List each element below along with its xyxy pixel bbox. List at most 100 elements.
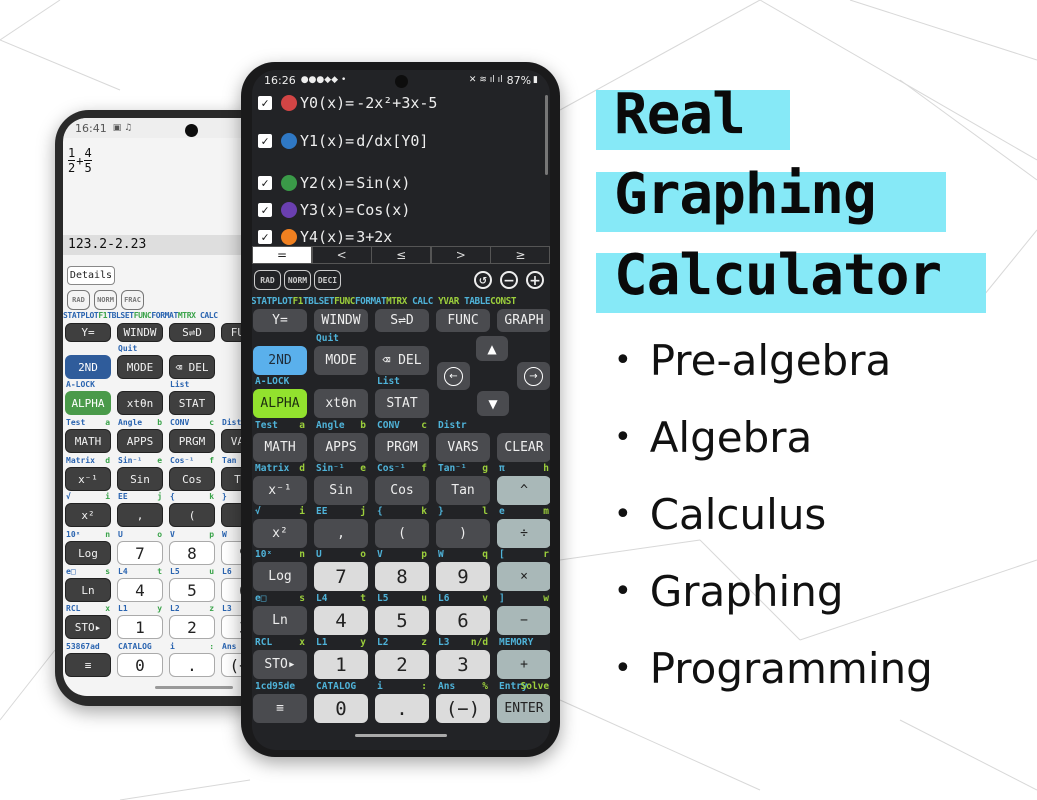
key-symbol[interactable]: (: [169, 503, 215, 527]
key-5[interactable]: 5: [169, 578, 215, 602]
key-4[interactable]: 4: [117, 578, 163, 602]
key-symbol[interactable]: +: [497, 650, 550, 679]
color-swatch[interactable]: [281, 229, 297, 245]
mode-button-rad[interactable]: RAD: [67, 290, 90, 310]
details-button[interactable]: Details: [67, 266, 115, 285]
key-x[interactable]: x²: [253, 519, 307, 548]
color-swatch[interactable]: [281, 133, 297, 149]
mode-button-norm[interactable]: NORM: [284, 270, 311, 290]
key-2nd[interactable]: 2ND: [253, 346, 307, 375]
key-sd[interactable]: S⇌D: [169, 323, 215, 342]
relation-button[interactable]: =: [252, 246, 312, 264]
key-stat[interactable]: STAT: [169, 391, 215, 415]
key-symbol[interactable]: −: [497, 606, 550, 635]
key-alpha[interactable]: ALPHA: [65, 391, 111, 415]
key-7[interactable]: 7: [117, 541, 163, 565]
key-2[interactable]: 2: [375, 650, 429, 679]
equation-expression[interactable]: d/dx[Y0]: [356, 132, 428, 150]
key-symbol[interactable]: ×: [497, 562, 550, 591]
scrollbar[interactable]: [545, 95, 548, 175]
key-sto[interactable]: STO▸: [253, 650, 307, 679]
equation-row[interactable]: ✓ Y2(x)= Sin(x): [258, 170, 410, 196]
key-math[interactable]: MATH: [253, 433, 307, 462]
zoom-in-icon[interactable]: +: [526, 271, 544, 289]
color-swatch[interactable]: [281, 202, 297, 218]
key-tan[interactable]: Tan: [436, 476, 490, 505]
key-clear[interactable]: CLEAR: [497, 433, 550, 462]
key-del[interactable]: ⌫ DEL: [375, 346, 429, 375]
mode-button-norm[interactable]: NORM: [94, 290, 117, 310]
key-8[interactable]: 8: [169, 541, 215, 565]
key-prgm[interactable]: PRGM: [169, 429, 215, 453]
key-cos[interactable]: Cos: [375, 476, 429, 505]
key-1[interactable]: 1: [117, 615, 163, 639]
key-sin[interactable]: Sin: [314, 476, 368, 505]
relation-button[interactable]: ≤: [371, 246, 432, 264]
key-symbol[interactable]: ,: [314, 519, 368, 548]
equation-expression[interactable]: Cos(x): [356, 201, 410, 219]
key-symbol[interactable]: .: [169, 653, 215, 677]
key-4[interactable]: 4: [314, 606, 368, 635]
key-xtn[interactable]: xtθn: [314, 389, 368, 418]
equation-row[interactable]: ✓ Y0(x)= -2x²+3x-5: [258, 90, 437, 116]
key-sd[interactable]: S⇌D: [375, 309, 429, 332]
key-symbol[interactable]: ≡: [253, 694, 307, 723]
key-symbol[interactable]: ,: [117, 503, 163, 527]
key-sin[interactable]: Sin: [117, 467, 163, 491]
key-cos[interactable]: Cos: [169, 467, 215, 491]
key-func[interactable]: FUNC: [436, 309, 490, 332]
checkbox[interactable]: ✓: [258, 203, 272, 217]
key-y[interactable]: Y=: [253, 309, 307, 332]
relation-button[interactable]: <: [311, 246, 372, 264]
key-0[interactable]: 0: [117, 653, 163, 677]
key-prgm[interactable]: PRGM: [375, 433, 429, 462]
key-6[interactable]: 6: [436, 606, 490, 635]
key-stat[interactable]: STAT: [375, 389, 429, 418]
relation-button[interactable]: >: [430, 246, 491, 264]
key-symbol[interactable]: .: [375, 694, 429, 723]
equation-expression[interactable]: Sin(x): [356, 174, 410, 192]
key-mode[interactable]: MODE: [314, 346, 368, 375]
arrow-left-button[interactable]: ←: [437, 362, 470, 390]
checkbox[interactable]: ✓: [258, 134, 272, 148]
key-symbol[interactable]: ^: [497, 476, 550, 505]
key-windw[interactable]: WINDW: [314, 309, 368, 332]
key-ln[interactable]: Ln: [253, 606, 307, 635]
key-apps[interactable]: APPS: [117, 429, 163, 453]
key-alpha[interactable]: ALPHA: [253, 389, 307, 418]
key-symbol[interactable]: ): [436, 519, 490, 548]
key-9[interactable]: 9: [436, 562, 490, 591]
history-icon[interactable]: ↺: [474, 271, 492, 289]
mode-button-frac[interactable]: FRAC: [121, 290, 144, 310]
key-mode[interactable]: MODE: [117, 355, 163, 379]
mode-button-rad[interactable]: RAD: [254, 270, 281, 290]
key-8[interactable]: 8: [375, 562, 429, 591]
checkbox[interactable]: ✓: [258, 176, 272, 190]
key-1[interactable]: 1: [314, 650, 368, 679]
checkbox[interactable]: ✓: [258, 230, 272, 244]
key-vars[interactable]: VARS: [436, 433, 490, 462]
relation-button[interactable]: ≥: [490, 246, 550, 264]
equation-row[interactable]: ✓ Y3(x)= Cos(x): [258, 197, 410, 223]
key-apps[interactable]: APPS: [314, 433, 368, 462]
key-x[interactable]: x⁻¹: [65, 467, 111, 491]
key-del[interactable]: ⌫ DEL: [169, 355, 215, 379]
key-3[interactable]: 3: [436, 650, 490, 679]
color-swatch[interactable]: [281, 175, 297, 191]
key-y[interactable]: Y=: [65, 323, 111, 342]
key-x[interactable]: x⁻¹: [253, 476, 307, 505]
key-ln[interactable]: Ln: [65, 578, 111, 602]
key-symbol[interactable]: ÷: [497, 519, 550, 548]
mode-button-deci[interactable]: DECI: [314, 270, 341, 290]
key-xtn[interactable]: xtθn: [117, 391, 163, 415]
color-swatch[interactable]: [281, 95, 297, 111]
zoom-out-icon[interactable]: −: [500, 271, 518, 289]
key-2[interactable]: 2: [169, 615, 215, 639]
key-enter[interactable]: ENTER: [497, 694, 550, 723]
key-2nd[interactable]: 2ND: [65, 355, 111, 379]
key-log[interactable]: Log: [65, 541, 111, 565]
key-x[interactable]: x²: [65, 503, 111, 527]
key-7[interactable]: 7: [314, 562, 368, 591]
equation-row[interactable]: ✓ Y1(x)= d/dx[Y0]: [258, 128, 428, 154]
arrow-up-button[interactable]: ▲: [476, 336, 508, 361]
